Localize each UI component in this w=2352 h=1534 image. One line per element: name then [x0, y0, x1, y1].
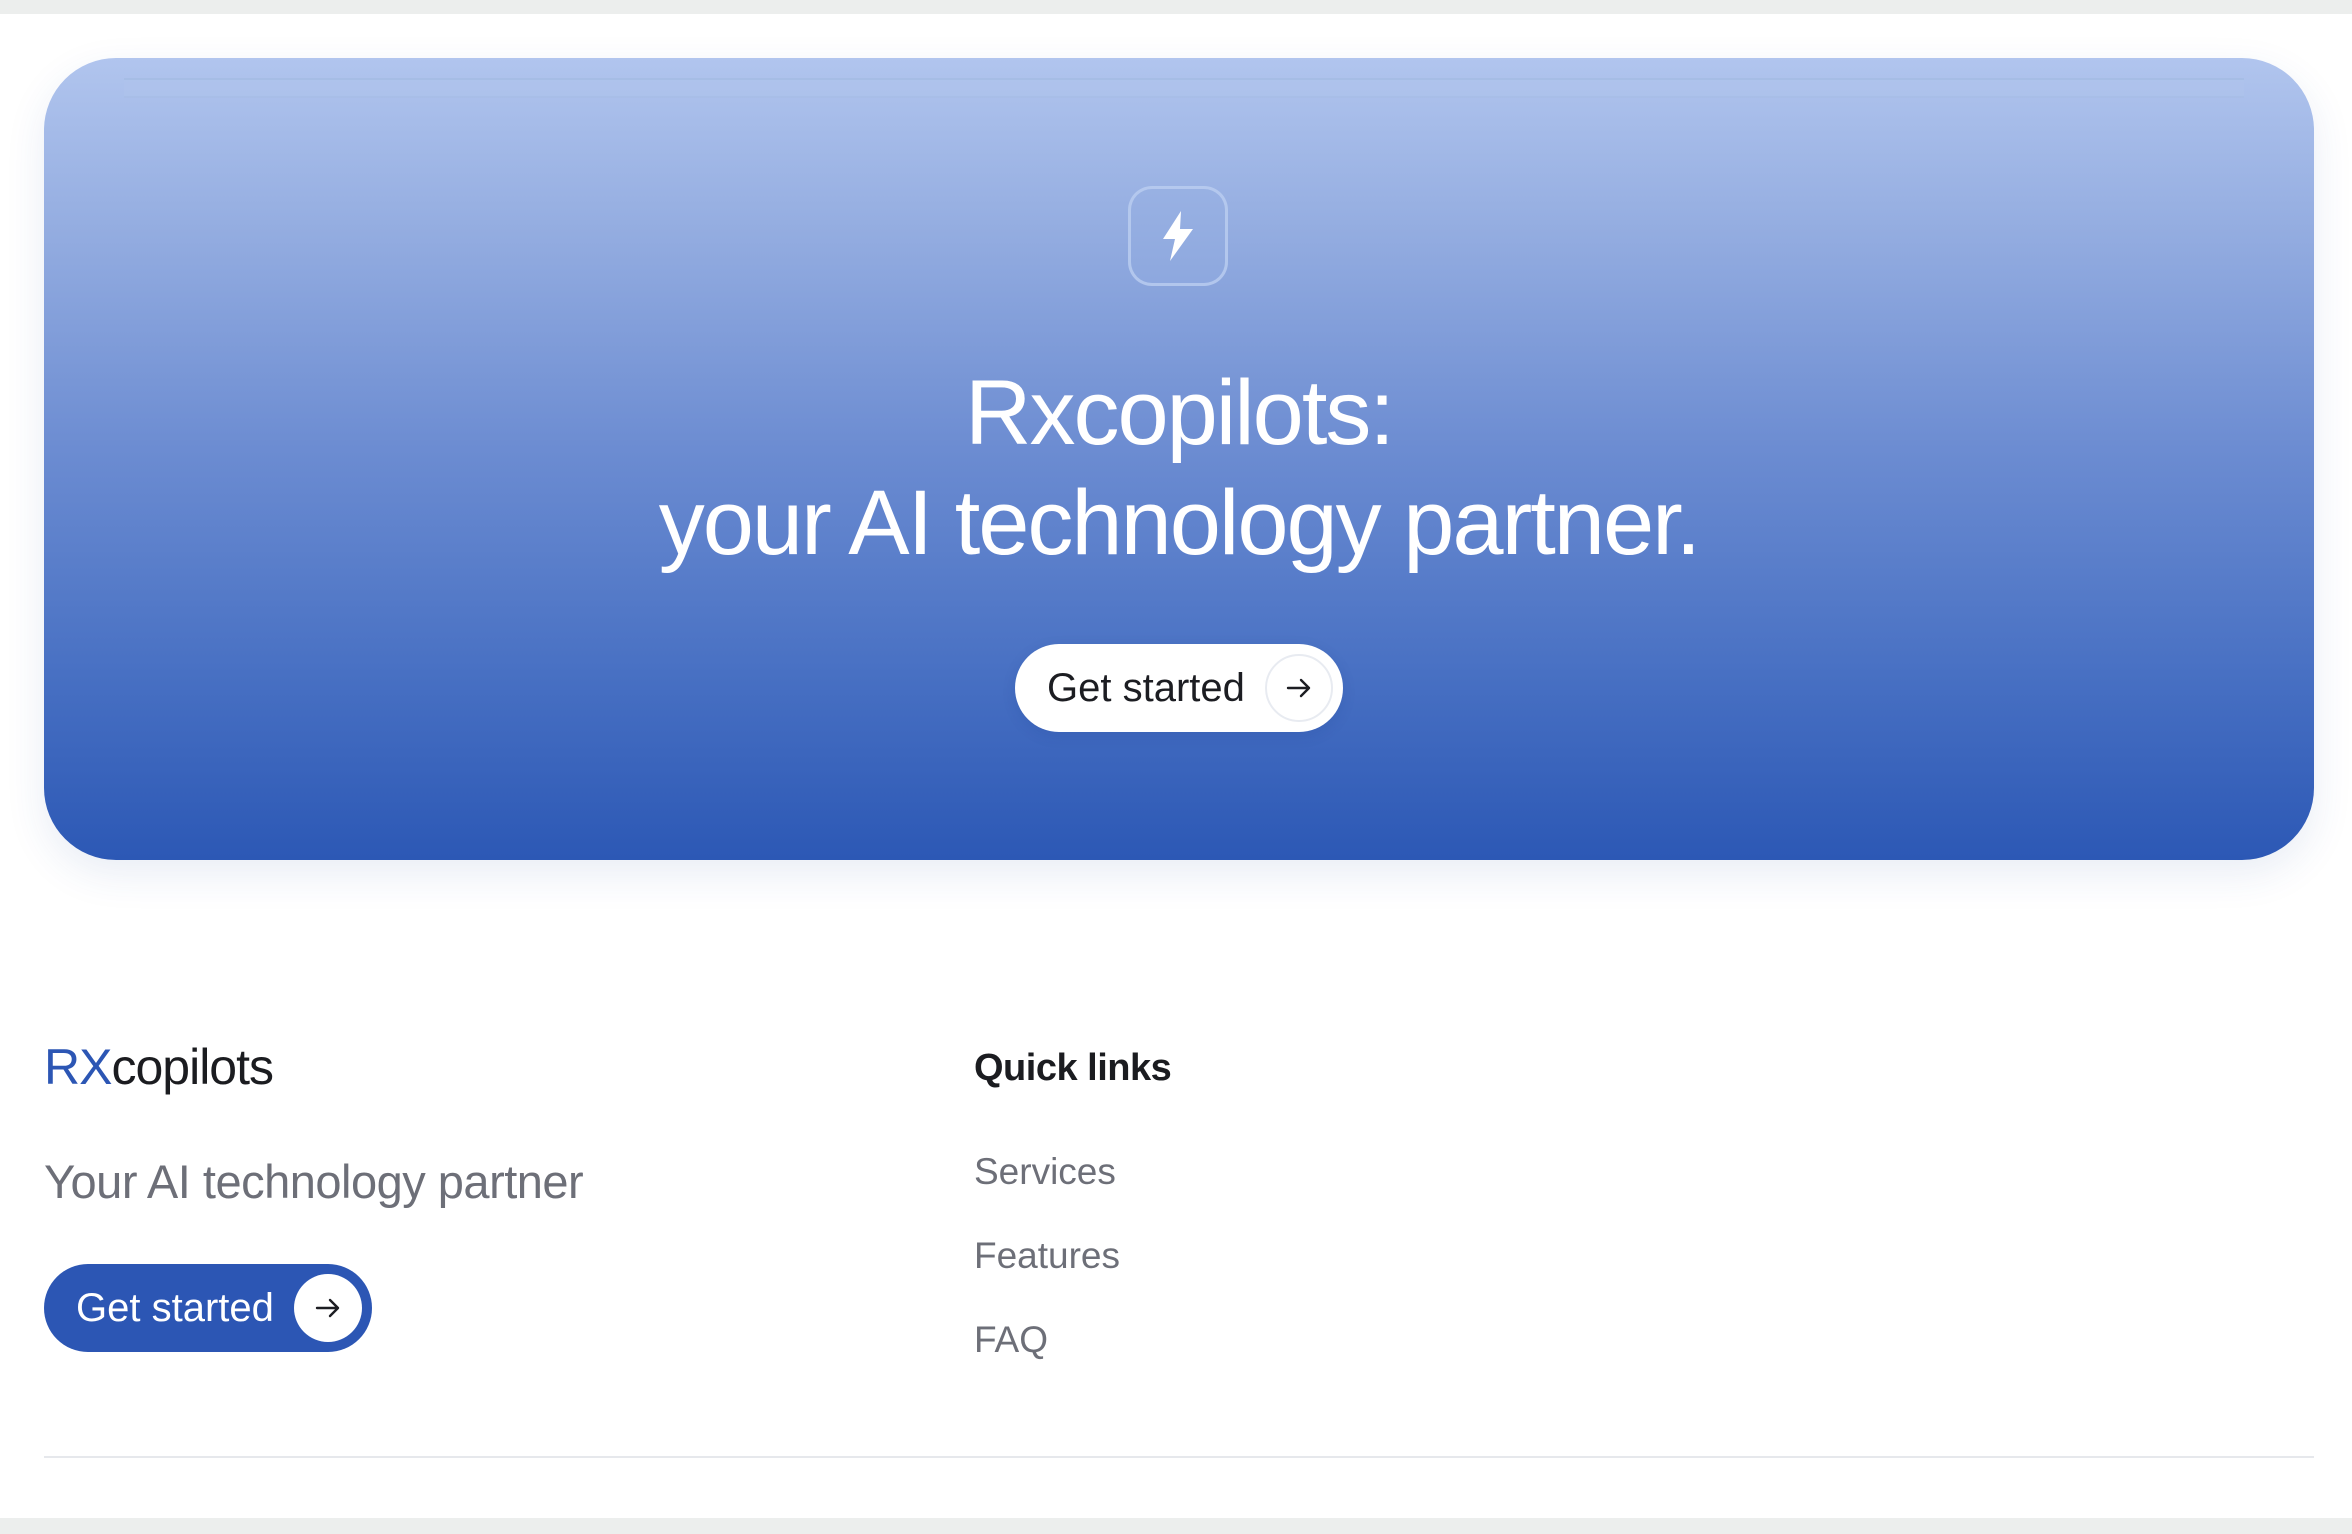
- quick-link-faq[interactable]: FAQ: [974, 1316, 1120, 1400]
- arrow-right-icon: [294, 1274, 362, 1342]
- quick-links-heading: Quick links: [974, 1047, 1172, 1089]
- quick-links-list: Services Features FAQ: [974, 1148, 1120, 1400]
- footer-get-started-button[interactable]: Get started: [44, 1264, 372, 1352]
- hero-get-started-button[interactable]: Get started: [1015, 644, 1343, 732]
- quick-link-features[interactable]: Features: [974, 1232, 1120, 1316]
- footer-tagline: Your AI technology partner: [44, 1155, 584, 1208]
- top-edge-strip: [0, 0, 2352, 14]
- arrow-right-glyph: [315, 1298, 340, 1318]
- footer-divider: [44, 1456, 2314, 1458]
- hero-top-highlight: [124, 78, 2244, 98]
- hero-title: Rxcopilots: your AI technology partner.: [44, 358, 2314, 578]
- arrow-right-icon: [1265, 654, 1333, 722]
- bolt-icon: [1128, 186, 1228, 286]
- hero-banner: Rxcopilots: your AI technology partner. …: [44, 58, 2314, 860]
- hero-title-line-1: Rxcopilots:: [965, 362, 1395, 464]
- hero-get-started-label: Get started: [1047, 666, 1245, 710]
- logo-accent: RX: [44, 1039, 112, 1095]
- bottom-edge-strip: [0, 1518, 2352, 1534]
- footer-logo[interactable]: RXcopilots: [44, 1036, 274, 1098]
- logo-text: copilots: [111, 1039, 274, 1095]
- arrow-right-glyph: [1286, 678, 1311, 698]
- quick-link-services[interactable]: Services: [974, 1148, 1120, 1232]
- bolt-icon-glyph: [1163, 211, 1193, 261]
- footer-get-started-label: Get started: [76, 1286, 274, 1330]
- hero-title-line-2: your AI technology partner.: [658, 472, 1701, 574]
